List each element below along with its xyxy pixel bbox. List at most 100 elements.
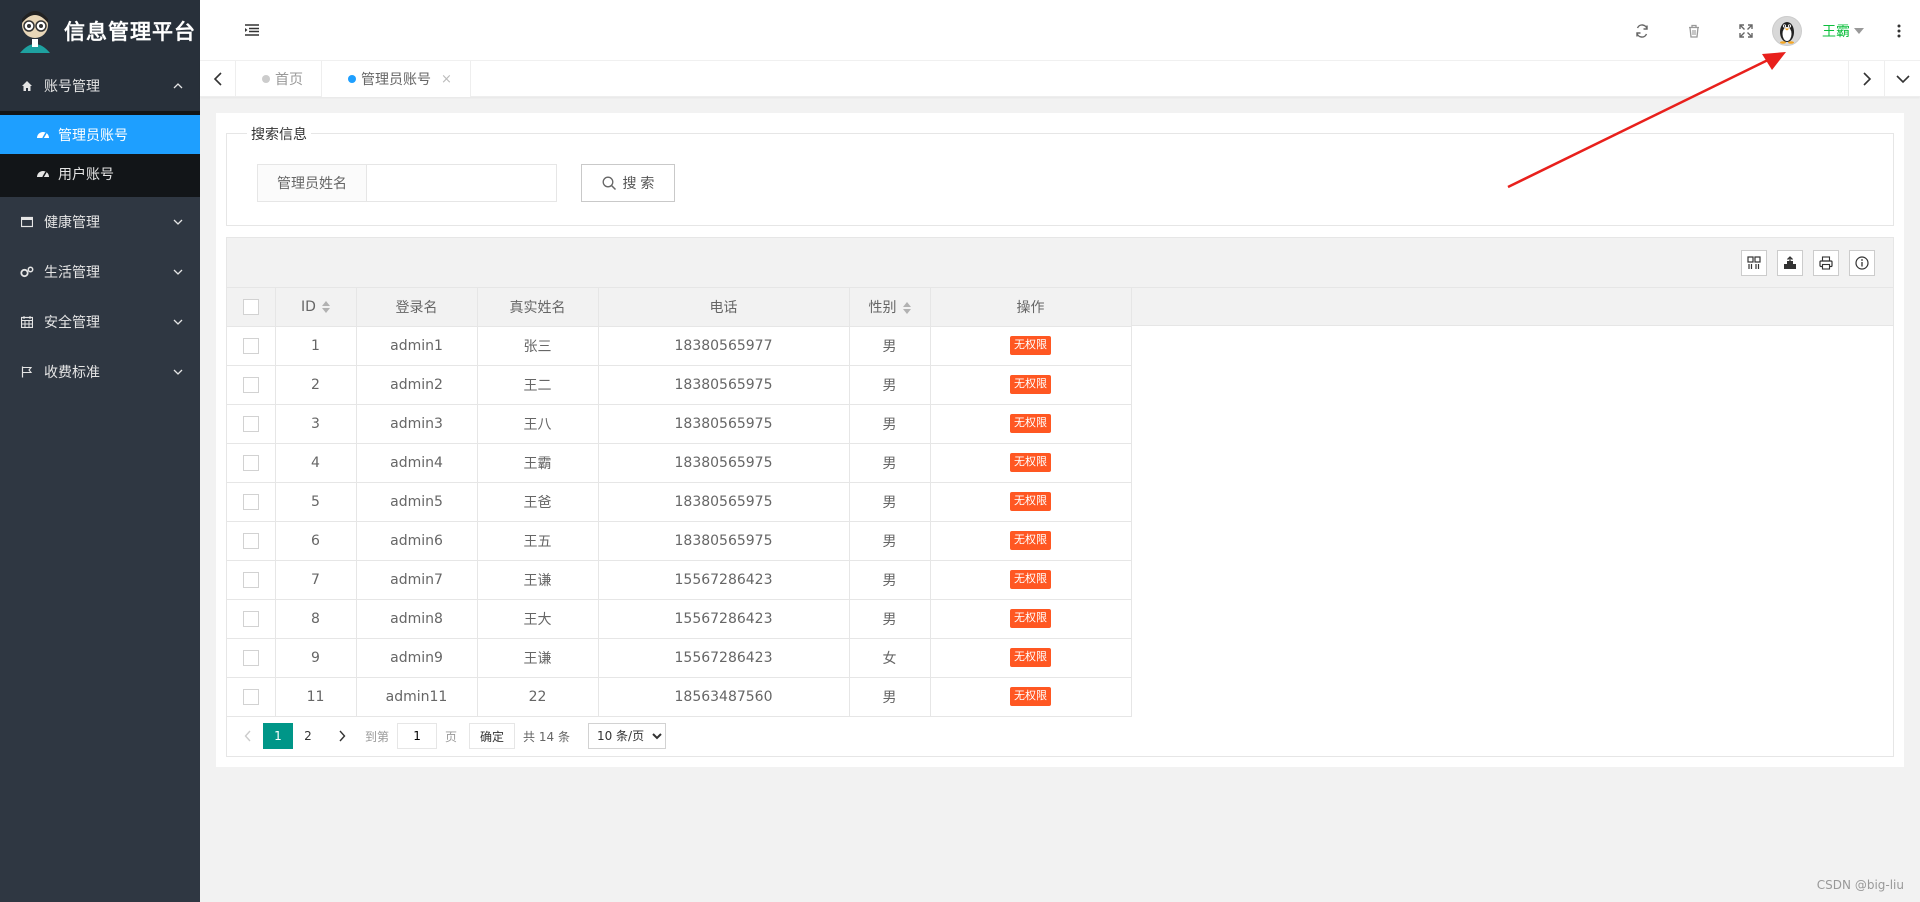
goto-confirm-button[interactable]: 确定 xyxy=(469,723,516,749)
select-all-checkbox[interactable] xyxy=(242,298,259,315)
table-row[interactable]: 6 admin6 王五 18380565975 男 无权限 xyxy=(227,521,1132,561)
fullscreen-button[interactable] xyxy=(1720,0,1772,61)
goto-page-input[interactable] xyxy=(397,723,438,749)
menu-life-management[interactable]: 生活管理 xyxy=(0,247,200,297)
top-header: 王霸 xyxy=(200,0,1920,61)
row-checkbox[interactable] xyxy=(242,571,259,588)
sort-icon[interactable] xyxy=(321,300,330,313)
menu-fee-standards[interactable]: 收费标准 xyxy=(0,347,200,397)
penguin-avatar-icon xyxy=(1780,21,1794,44)
submenu-item-admin-accounts[interactable]: 管理员账号 xyxy=(0,115,200,154)
print-icon xyxy=(1819,256,1833,270)
table-row[interactable]: 2 admin2 王二 18380565975 男 无权限 xyxy=(227,365,1132,405)
prev-page-button[interactable] xyxy=(237,724,259,748)
row-checkbox[interactable] xyxy=(242,532,259,549)
table-row[interactable]: 7 admin7 王谦 15567286423 男 无权限 xyxy=(227,560,1132,600)
no-permission-badge[interactable]: 无权限 xyxy=(1010,414,1051,433)
menu-account-management[interactable]: 账号管理 xyxy=(0,61,200,111)
col-header-gender[interactable]: 性别 xyxy=(849,288,931,327)
menu-label: 健康管理 xyxy=(44,215,100,231)
no-permission-badge[interactable]: 无权限 xyxy=(1010,453,1051,472)
cell-id: 9 xyxy=(275,638,357,678)
col-label: 登录名 xyxy=(395,299,438,316)
tab-home[interactable]: 首页 xyxy=(236,61,322,97)
tabs-bar: 首页 管理员账号 × xyxy=(200,61,1920,97)
menu-security-management[interactable]: 安全管理 xyxy=(0,297,200,347)
cell-phone: 18380565975 xyxy=(598,482,850,522)
tabs-menu-dropdown[interactable] xyxy=(1884,61,1920,97)
page-1[interactable]: 1 xyxy=(263,723,293,749)
next-page-button[interactable] xyxy=(331,724,353,748)
user-avatar[interactable] xyxy=(1772,15,1802,46)
export-icon xyxy=(1784,256,1796,269)
menu-health-management[interactable]: 健康管理 xyxy=(0,197,200,247)
no-permission-badge[interactable]: 无权限 xyxy=(1010,570,1051,589)
no-permission-badge[interactable]: 无权限 xyxy=(1010,531,1051,550)
col-header-phone: 电话 xyxy=(598,288,850,327)
admin-name-input[interactable] xyxy=(367,164,557,202)
table-row[interactable]: 9 admin9 王谦 15567286423 女 无权限 xyxy=(227,638,1132,678)
row-checkbox[interactable] xyxy=(242,337,259,354)
columns-filter-button[interactable] xyxy=(1741,250,1767,276)
cell-phone: 15567286423 xyxy=(598,638,850,678)
tab-label: 首页 xyxy=(275,72,303,88)
cell-realname: 王谦 xyxy=(477,560,599,600)
cell-login: admin9 xyxy=(356,638,478,678)
cell-gender: 男 xyxy=(849,482,931,522)
sidebar: 信息管理平台 账号管理 管理员账号 用户账号 健康管理 生活管理 安全管理 收费… xyxy=(0,0,200,902)
print-button[interactable] xyxy=(1813,250,1839,276)
info-button[interactable] xyxy=(1849,250,1875,276)
menu-toggle-icon[interactable] xyxy=(244,22,260,38)
cell-login: admin2 xyxy=(356,365,478,405)
row-checkbox[interactable] xyxy=(242,454,259,471)
row-checkbox[interactable] xyxy=(242,493,259,510)
row-checkbox[interactable] xyxy=(242,649,259,666)
no-permission-badge[interactable]: 无权限 xyxy=(1010,375,1051,394)
more-button[interactable] xyxy=(1888,0,1910,61)
cell-realname: 王霸 xyxy=(477,443,599,483)
page-size-select[interactable]: 10 条/页 xyxy=(587,723,666,749)
no-permission-badge[interactable]: 无权限 xyxy=(1010,609,1051,628)
table-row[interactable]: 3 admin3 王八 18380565975 男 无权限 xyxy=(227,404,1132,444)
calendar-icon xyxy=(20,315,34,329)
no-permission-badge[interactable]: 无权限 xyxy=(1010,648,1051,667)
refresh-icon xyxy=(1636,23,1648,38)
tabs-scroll-right[interactable] xyxy=(1848,61,1884,97)
export-button[interactable] xyxy=(1777,250,1803,276)
cell-id: 1 xyxy=(275,326,357,366)
row-checkbox[interactable] xyxy=(242,376,259,393)
logo[interactable]: 信息管理平台 xyxy=(0,0,200,61)
submenu-item-user-accounts[interactable]: 用户账号 xyxy=(0,154,200,193)
user-menu[interactable]: 王霸 xyxy=(1822,21,1864,41)
search-row: 管理员姓名 搜 索 xyxy=(257,164,675,202)
refresh-button[interactable] xyxy=(1616,0,1668,61)
search-fieldset: 搜索信息 管理员姓名 搜 索 xyxy=(226,124,1894,226)
cell-gender: 女 xyxy=(849,638,931,678)
page-2[interactable]: 2 xyxy=(293,723,323,749)
tab-dot xyxy=(348,75,356,83)
no-permission-badge[interactable]: 无权限 xyxy=(1010,336,1051,355)
table-row[interactable]: 5 admin5 王爸 18380565975 男 无权限 xyxy=(227,482,1132,522)
search-button[interactable]: 搜 索 xyxy=(581,164,675,202)
tabs-scroll-left[interactable] xyxy=(200,61,236,97)
col-header-id[interactable]: ID xyxy=(275,288,357,327)
tab-admin-accounts[interactable]: 管理员账号 × xyxy=(322,61,471,97)
table-row[interactable]: 11 admin11 22 18563487560 男 无权限 xyxy=(227,677,1132,717)
cell-realname: 王二 xyxy=(477,365,599,405)
row-checkbox[interactable] xyxy=(242,415,259,432)
cell-phone: 18380565977 xyxy=(598,326,850,366)
col-label: 性别 xyxy=(868,299,897,316)
table-row[interactable]: 4 admin4 王霸 18380565975 男 无权限 xyxy=(227,443,1132,483)
no-permission-badge[interactable]: 无权限 xyxy=(1010,687,1051,706)
sort-icon[interactable] xyxy=(902,301,911,314)
cell-realname: 22 xyxy=(477,677,599,717)
search-legend: 搜索信息 xyxy=(247,124,311,144)
close-icon[interactable]: × xyxy=(441,72,452,87)
table-row[interactable]: 1 admin1 张三 18380565977 男 无权限 xyxy=(227,326,1132,366)
row-checkbox[interactable] xyxy=(242,688,259,705)
row-checkbox[interactable] xyxy=(242,610,259,627)
cell-action: 无权限 xyxy=(930,521,1132,561)
clear-cache-button[interactable] xyxy=(1668,0,1720,61)
table-row[interactable]: 8 admin8 王大 15567286423 男 无权限 xyxy=(227,599,1132,639)
no-permission-badge[interactable]: 无权限 xyxy=(1010,492,1051,511)
